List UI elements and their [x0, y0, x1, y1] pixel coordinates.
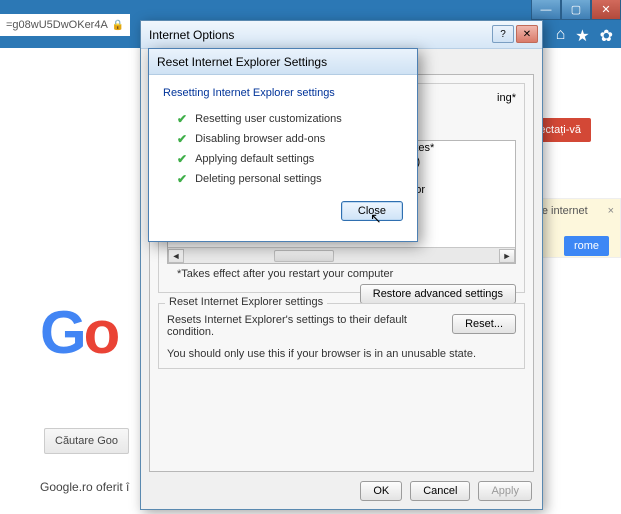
restore-advanced-button[interactable]: Restore advanced settings [360, 284, 516, 304]
favorites-icon[interactable]: ★ [575, 26, 589, 46]
scroll-left-icon[interactable]: ◄ [168, 249, 184, 263]
io-bottom-buttons: OK Cancel Apply [360, 481, 532, 501]
toolbar-icons: ⌂ ★ ✿ [556, 26, 613, 46]
check-icon: ✔ [177, 172, 187, 186]
home-icon[interactable]: ⌂ [556, 26, 566, 46]
address-bar[interactable]: =g08wU5DwOKer4A 🔒 [0, 14, 130, 36]
reset-item-1: Resetting user customizations [195, 113, 342, 125]
io-titlebar[interactable]: Internet Options ? ✕ [141, 21, 542, 49]
reset-button[interactable]: Reset... [452, 314, 516, 334]
check-icon: ✔ [177, 112, 187, 126]
io-title: Internet Options [149, 28, 234, 42]
tree-hscrollbar[interactable]: ◄ ► [168, 247, 515, 263]
close-window-button[interactable]: ✕ [591, 0, 621, 20]
tools-icon[interactable]: ✿ [600, 26, 613, 46]
reset-progress-list: ✔ Resetting user customizations ✔ Disablin… [177, 109, 403, 189]
reset-legend: Reset Internet Explorer settings [165, 296, 327, 308]
maximize-button[interactable]: ▢ [561, 0, 591, 20]
reset-title: Reset Internet Explorer Settings [157, 55, 327, 69]
check-icon: ✔ [177, 152, 187, 166]
apply-button[interactable]: Apply [478, 481, 532, 501]
reset-item-4: Deleting personal settings [195, 173, 322, 185]
ok-button[interactable]: OK [360, 481, 402, 501]
cancel-button[interactable]: Cancel [410, 481, 470, 501]
restart-note: *Takes effect after you restart your com… [177, 268, 516, 280]
reset-progress-dialog: Reset Internet Explorer Settings Resetti… [148, 48, 418, 242]
infobar-close-icon[interactable]: × [608, 205, 614, 217]
scroll-right-icon[interactable]: ► [499, 249, 515, 263]
check-icon: ✔ [177, 132, 187, 146]
chrome-promo-button[interactable]: rome [564, 236, 609, 256]
reset-group: Reset Internet Explorer settings Resets … [158, 303, 525, 369]
window-controls: — ▢ ✕ [531, 0, 621, 20]
google-search-button[interactable]: Căutare Goo [44, 428, 129, 454]
google-logo: Go [40, 298, 117, 367]
reset-close-button[interactable]: Close [341, 201, 403, 221]
url-text: =g08wU5DwOKer4A [6, 19, 108, 31]
io-help-button[interactable]: ? [492, 25, 514, 43]
reset-note: You should only use this if your browser… [167, 348, 516, 360]
reset-heading: Resetting Internet Explorer settings [163, 87, 403, 99]
scroll-thumb[interactable] [274, 250, 334, 262]
reset-titlebar[interactable]: Reset Internet Explorer Settings [149, 49, 417, 75]
reset-description: Resets Internet Explorer's settings to t… [167, 314, 442, 338]
io-close-button[interactable]: ✕ [516, 25, 538, 43]
minimize-button[interactable]: — [531, 0, 561, 20]
reset-item-2: Disabling browser add-ons [195, 133, 325, 145]
lock-icon: 🔒 [112, 20, 124, 31]
footer-text: Google.ro oferit î [40, 480, 129, 494]
reset-item-3: Applying default settings [195, 153, 314, 165]
